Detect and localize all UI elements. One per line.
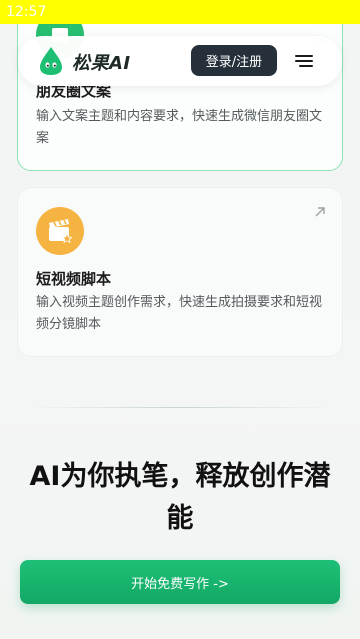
- status-time: 12:57: [6, 4, 47, 20]
- hero-headline: AI为你执笔，释放创作潜能: [29, 461, 331, 534]
- card-short-video-script[interactable]: 短视频脚本 输入视频主题创作需求，快速生成拍摄要求和短视频分镜脚本: [17, 187, 343, 357]
- login-register-button[interactable]: 登录/注册: [191, 45, 277, 76]
- menu-icon[interactable]: [294, 53, 314, 69]
- page: 朋友圈文案 输入文案主题和内容要求，快速生成微信朋友圈文案 短视频脚本 输入视频…: [0, 24, 360, 639]
- card-description: 输入视频主题创作需求，快速生成拍摄要求和短视频分镜脚本: [36, 295, 323, 332]
- header-bar: 松果AI 登录/注册: [18, 36, 342, 86]
- card-title: 短视频脚本: [36, 270, 112, 288]
- arrow-up-right-icon: [315, 207, 325, 217]
- status-bar: 12:57: [0, 0, 360, 24]
- card-description: 输入文案主题和内容要求，快速生成微信朋友圈文案: [36, 109, 323, 146]
- clapperboard-icon: [36, 207, 84, 255]
- start-free-writing-button[interactable]: 开始免费写作 ->: [20, 560, 340, 604]
- brand-name: 松果AI: [72, 53, 131, 74]
- pinecone-logo-icon: [40, 47, 62, 75]
- section-divider: [30, 407, 330, 408]
